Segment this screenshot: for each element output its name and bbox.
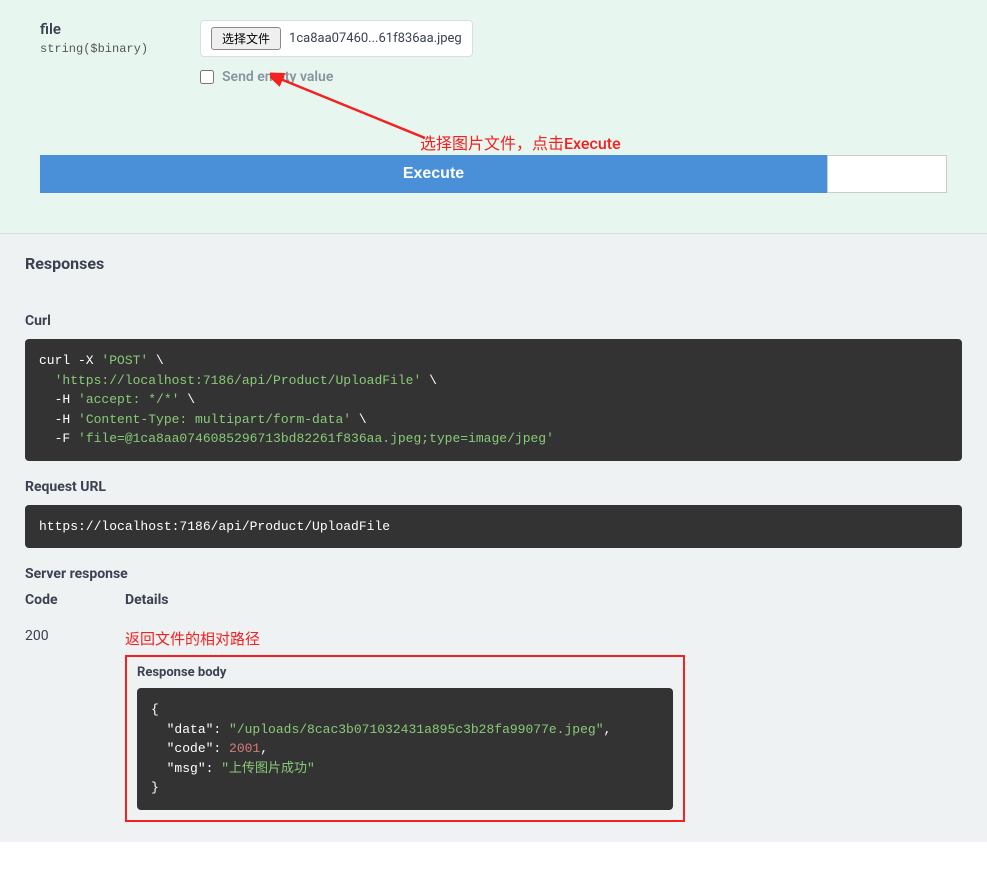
choose-file-button[interactable]: 选择文件 xyxy=(211,27,281,50)
send-empty-checkbox[interactable] xyxy=(200,70,214,84)
send-empty-value[interactable]: Send empty value xyxy=(200,69,947,85)
curl-label: Curl xyxy=(25,313,962,329)
send-empty-label: Send empty value xyxy=(222,69,333,85)
request-url-label: Request URL xyxy=(25,479,962,495)
selected-file-name: 1ca8aa07460...61f836aa.jpeg xyxy=(289,31,462,46)
parameters-section: file string($binary) 选择文件 1ca8aa07460...… xyxy=(0,0,987,234)
server-response-label: Server response xyxy=(25,566,962,582)
response-row: 200 返回文件的相对路径 Response body { "data": "/… xyxy=(25,628,962,822)
response-body-block[interactable]: { "data": "/uploads/8cac3b071032431a895c… xyxy=(137,688,673,810)
param-controls: 选择文件 1ca8aa07460...61f836aa.jpeg Send em… xyxy=(200,20,947,85)
responses-heading: Responses xyxy=(25,254,962,273)
execute-button[interactable]: Execute xyxy=(40,155,827,193)
request-url-block[interactable]: https://localhost:7186/api/Product/Uploa… xyxy=(25,505,962,549)
param-type: string($binary) xyxy=(40,42,180,56)
response-table-header: Code Details xyxy=(25,592,962,608)
execute-side-button[interactable] xyxy=(827,155,947,193)
details-header: Details xyxy=(125,592,962,608)
param-row-file: file string($binary) 选择文件 1ca8aa07460...… xyxy=(40,20,947,85)
response-code: 200 xyxy=(25,628,125,822)
param-name: file xyxy=(40,20,180,38)
annotation-return-path: 返回文件的相对路径 xyxy=(125,628,685,649)
response-details: 返回文件的相对路径 Response body { "data": "/uplo… xyxy=(125,628,685,822)
response-body-frame: Response body { "data": "/uploads/8cac3b… xyxy=(125,655,685,822)
file-input[interactable]: 选择文件 1ca8aa07460...61f836aa.jpeg xyxy=(200,20,473,57)
responses-section: Responses Curl curl -X 'POST' \ 'https:/… xyxy=(0,234,987,842)
curl-code-block[interactable]: curl -X 'POST' \ 'https://localhost:7186… xyxy=(25,339,962,461)
param-label: file string($binary) xyxy=(40,20,180,56)
code-header: Code xyxy=(25,592,125,608)
response-body-label: Response body xyxy=(137,665,673,680)
annotation-select-file: 选择图片文件，点击Execute xyxy=(420,130,621,154)
execute-row: Execute xyxy=(40,155,947,193)
